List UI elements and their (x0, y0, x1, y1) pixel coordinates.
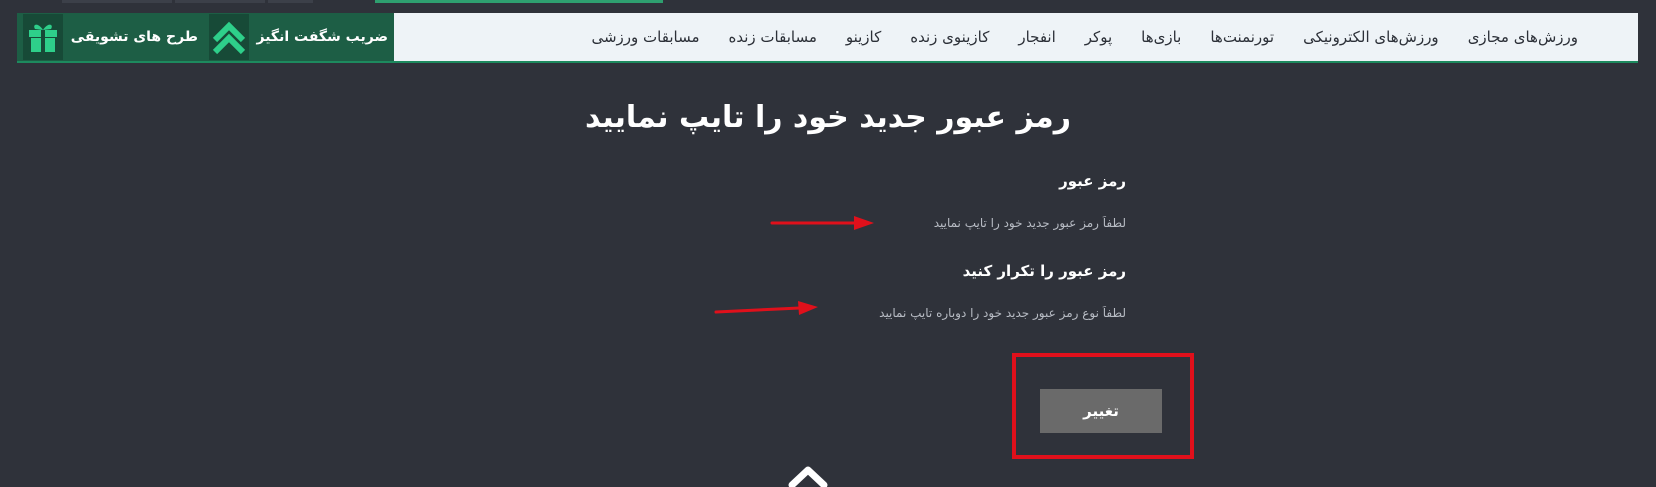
promo-incentives[interactable]: طرح های تشویقی (22, 13, 198, 61)
top-strip-segment (175, 0, 265, 3)
top-strip-segment (62, 0, 172, 3)
menu-item-virtual-sports[interactable]: ورزش‌های مجازی (1468, 28, 1578, 46)
password-label: رمز عبور (1059, 172, 1126, 190)
top-navbar: ضریب شگفت انگیز طرح های تشویقی مسابقات و… (17, 13, 1638, 63)
top-strip-accent (375, 0, 663, 3)
chevron-up-icon[interactable] (788, 460, 828, 487)
promo-odds-boost[interactable]: ضریب شگفت انگیز (208, 13, 389, 61)
double-chevron-up-icon (208, 14, 249, 60)
gift-icon (22, 14, 63, 60)
menu-item-live-sports[interactable]: مسابقات زنده (729, 28, 817, 46)
promo-odds-boost-label: ضریب شگفت انگیز (256, 29, 389, 45)
main-menu: مسابقات ورزشی مسابقات زنده کازینو کازینو… (591, 13, 1578, 61)
confirm-password-label: رمز عبور را تکرار کنید (962, 262, 1126, 280)
promo-area: ضریب شگفت انگیز طرح های تشویقی (17, 13, 394, 61)
top-strip-segment (268, 0, 313, 3)
red-arrow-annotation (714, 301, 818, 315)
red-arrow-annotation (770, 216, 874, 230)
change-password-button[interactable]: تغییر (1040, 389, 1162, 433)
top-strip (0, 0, 1656, 13)
menu-item-sports[interactable]: مسابقات ورزشی (591, 28, 699, 46)
page-title: رمز عبور جدید خود را تایپ نمایید (585, 100, 1071, 135)
menu-item-casino[interactable]: کازینو (846, 28, 881, 46)
menu-item-live-casino[interactable]: کازینوی زنده (910, 28, 989, 46)
menu-item-poker[interactable]: پوکر (1085, 28, 1112, 46)
promo-incentives-label: طرح های تشویقی (70, 29, 198, 45)
menu-item-esports[interactable]: ورزش‌های الکترونیکی (1303, 28, 1439, 46)
menu-item-crash[interactable]: انفجار (1018, 28, 1055, 46)
menu-item-tournaments[interactable]: تورنمنت‌ها (1210, 28, 1274, 46)
menu-item-games[interactable]: بازی‌ها (1141, 28, 1181, 46)
